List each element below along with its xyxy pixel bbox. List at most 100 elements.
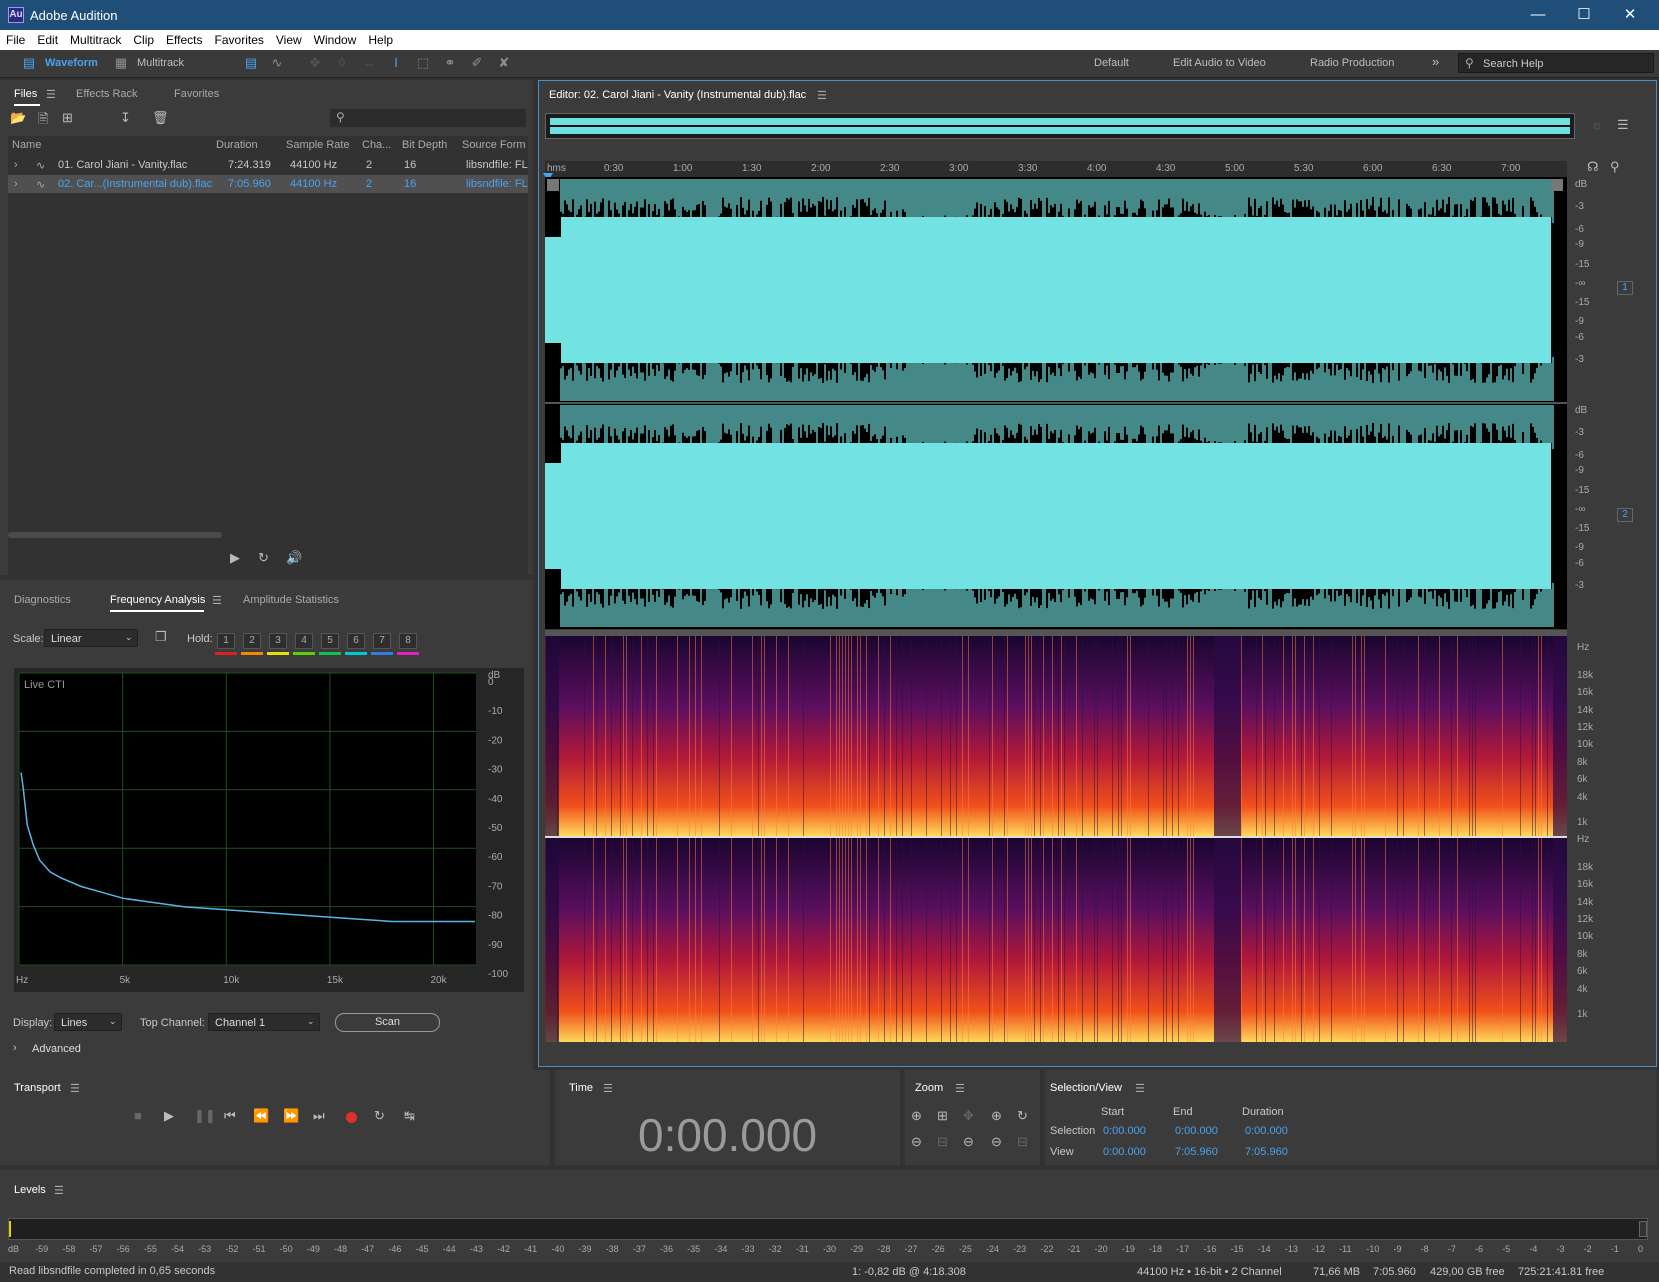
time-selection-tool-icon[interactable]: I xyxy=(387,55,405,71)
tab-diagnostics[interactable]: Diagnostics xyxy=(14,594,71,606)
zoom-out-left-icon[interactable]: ⊖ xyxy=(963,1134,974,1150)
transport-menu-icon[interactable]: ☰ xyxy=(70,1082,80,1095)
lasso-tool-icon[interactable]: ⚭ xyxy=(441,55,459,71)
move-tool-icon[interactable]: ✥ xyxy=(306,55,324,71)
marker-pin-icon[interactable]: ⚲ xyxy=(1610,159,1620,175)
selection-view-menu-icon[interactable]: ☰ xyxy=(1135,1082,1145,1095)
close-icon[interactable]: ✕ xyxy=(1607,0,1653,30)
zoom-reset-icon[interactable]: ↻ xyxy=(1017,1108,1028,1124)
workspace-radio-production[interactable]: Radio Production xyxy=(1310,57,1394,69)
chevron-right-icon[interactable]: › xyxy=(13,1042,17,1054)
col-sample-rate[interactable]: Sample Rate xyxy=(286,139,350,151)
autoplay-icon[interactable]: 🔊 xyxy=(286,550,302,566)
time-menu-icon[interactable]: ☰ xyxy=(603,1082,613,1095)
pitch-display-icon[interactable]: ∿ xyxy=(268,55,286,71)
menu-file[interactable]: File xyxy=(0,30,31,47)
delete-icon[interactable]: 🗑 xyxy=(152,110,169,126)
top-channel-select[interactable]: Channel 1 ⌄ xyxy=(208,1013,320,1031)
file-row[interactable]: › ∿ 01. Carol Jiani - Vanity.flac 7:24.3… xyxy=(8,156,528,174)
fast-forward-icon[interactable]: ⏩ xyxy=(283,1108,299,1124)
zoom-out-full-icon[interactable]: ⊖ xyxy=(991,1134,1002,1150)
zoom-selection-icon[interactable]: ✥ xyxy=(963,1108,974,1124)
razor-tool-icon[interactable]: ◊ xyxy=(333,55,351,71)
fade-handle-icon[interactable] xyxy=(1551,179,1563,191)
zoom-to-fit-icon[interactable]: ⊟ xyxy=(1017,1134,1028,1150)
tab-amplitude-statistics[interactable]: Amplitude Statistics xyxy=(243,594,339,606)
slip-tool-icon[interactable]: ↔ xyxy=(360,55,378,71)
zoom-in-amplitude-icon[interactable]: ⊕ xyxy=(911,1108,922,1124)
channel-2-toggle[interactable]: 2 xyxy=(1617,508,1633,522)
spectral-display[interactable] xyxy=(545,636,1567,1042)
brush-tool-icon[interactable]: ✐ xyxy=(468,55,486,71)
advanced-toggle[interactable]: Advanced xyxy=(32,1043,81,1055)
col-duration[interactable]: Duration xyxy=(216,139,258,151)
search-help-input[interactable]: ⚲ Search Help xyxy=(1458,53,1654,73)
workspace-default[interactable]: Default xyxy=(1094,57,1129,69)
view-duration[interactable]: 7:05.960 xyxy=(1245,1146,1288,1158)
new-file-icon[interactable]: ⊞ xyxy=(62,110,73,126)
menu-edit[interactable]: Edit xyxy=(31,30,64,47)
hold-button-2[interactable]: 2 xyxy=(243,633,261,649)
waveform-button[interactable]: Waveform xyxy=(45,57,98,69)
tab-effects-rack[interactable]: Effects Rack xyxy=(76,88,138,100)
workspaces-more-icon[interactable]: » xyxy=(1432,54,1439,69)
open-file-icon[interactable]: 📂 xyxy=(10,110,26,126)
spot-healing-tool-icon[interactable]: ✘ xyxy=(495,55,513,71)
col-bit-depth[interactable]: Bit Depth xyxy=(402,139,447,151)
menu-favorites[interactable]: Favorites xyxy=(209,30,270,47)
time-ruler[interactable]: hms 0:30 1:00 1:30 2:00 2:30 3:00 3:30 4:00 4:30 5… xyxy=(545,161,1567,177)
levels-menu-icon[interactable]: ☰ xyxy=(54,1184,64,1197)
stop-icon[interactable]: ■ xyxy=(134,1108,142,1123)
pause-icon[interactable]: ❚❚ xyxy=(194,1108,216,1124)
scan-button[interactable]: Scan xyxy=(335,1013,440,1032)
files-scrollbar[interactable] xyxy=(8,532,222,538)
minimize-icon[interactable]: — xyxy=(1515,0,1561,30)
marquee-tool-icon[interactable]: ⬚ xyxy=(414,55,432,71)
maximize-icon[interactable]: ☐ xyxy=(1561,0,1607,30)
selection-duration[interactable]: 0:00.000 xyxy=(1245,1125,1288,1137)
hold-button-4[interactable]: 4 xyxy=(295,633,313,649)
tab-files[interactable]: Files xyxy=(14,88,37,100)
view-end[interactable]: 7:05.960 xyxy=(1175,1146,1218,1158)
skip-selection-icon[interactable]: ↹ xyxy=(404,1108,415,1124)
zoom-menu-icon[interactable]: ☰ xyxy=(955,1082,965,1095)
menu-effects[interactable]: Effects xyxy=(160,30,208,47)
gain-handle-icon[interactable] xyxy=(547,179,559,191)
hold-button-3[interactable]: 3 xyxy=(269,633,287,649)
loop-preview-icon[interactable]: ↻ xyxy=(258,550,269,566)
clip-indicator[interactable] xyxy=(1639,1221,1647,1237)
col-source-format[interactable]: Source Form xyxy=(462,139,526,151)
headphones-icon[interactable]: ☊ xyxy=(1587,159,1599,175)
channel-1-toggle[interactable]: 1 xyxy=(1617,281,1633,295)
spectral-display-icon[interactable]: ▤ xyxy=(242,55,260,71)
analysis-menu-icon[interactable]: ☰ xyxy=(212,594,222,607)
col-channels[interactable]: Cha... xyxy=(362,139,391,151)
play-icon[interactable]: ▶ xyxy=(164,1108,174,1124)
hold-button-7[interactable]: 7 xyxy=(373,633,391,649)
overview-bar[interactable] xyxy=(545,113,1575,139)
workspace-edit-audio-to-video[interactable]: Edit Audio to Video xyxy=(1173,57,1266,69)
loop-icon[interactable]: ↻ xyxy=(374,1108,385,1124)
record-icon[interactable] xyxy=(346,1112,357,1123)
waveform-display[interactable] xyxy=(545,177,1567,629)
expand-icon[interactable]: › xyxy=(14,178,18,190)
skip-start-icon[interactable]: ⏮ xyxy=(224,1108,236,1124)
overlay-icon[interactable]: ❐ xyxy=(155,629,167,645)
menu-view[interactable]: View xyxy=(270,30,308,47)
hold-button-1[interactable]: 1 xyxy=(217,633,235,649)
tab-frequency-analysis[interactable]: Frequency Analysis xyxy=(110,594,205,606)
zoom-out-time-icon[interactable]: ⊟ xyxy=(937,1134,948,1150)
menu-multitrack[interactable]: Multitrack xyxy=(64,30,127,47)
zoom-in-time-icon[interactable]: ⊞ xyxy=(937,1108,948,1124)
zoom-navigator-icon[interactable]: ☼ xyxy=(1591,117,1603,132)
hold-button-8[interactable]: 8 xyxy=(399,633,417,649)
file-row-selected[interactable]: › ∿ 02. Car...(Instrumental dub).flac 7:… xyxy=(8,175,528,193)
zoom-in-point-icon[interactable]: ⊕ xyxy=(991,1108,1002,1124)
display-select[interactable]: Lines ⌄ xyxy=(54,1013,122,1031)
editor-menu-icon[interactable]: ☰ xyxy=(817,89,827,102)
view-start[interactable]: 0:00.000 xyxy=(1103,1146,1146,1158)
menu-window[interactable]: Window xyxy=(308,30,363,47)
selection-end[interactable]: 0:00.000 xyxy=(1175,1125,1218,1137)
rewind-icon[interactable]: ⏪ xyxy=(253,1108,269,1124)
tab-favorites[interactable]: Favorites xyxy=(174,88,219,100)
